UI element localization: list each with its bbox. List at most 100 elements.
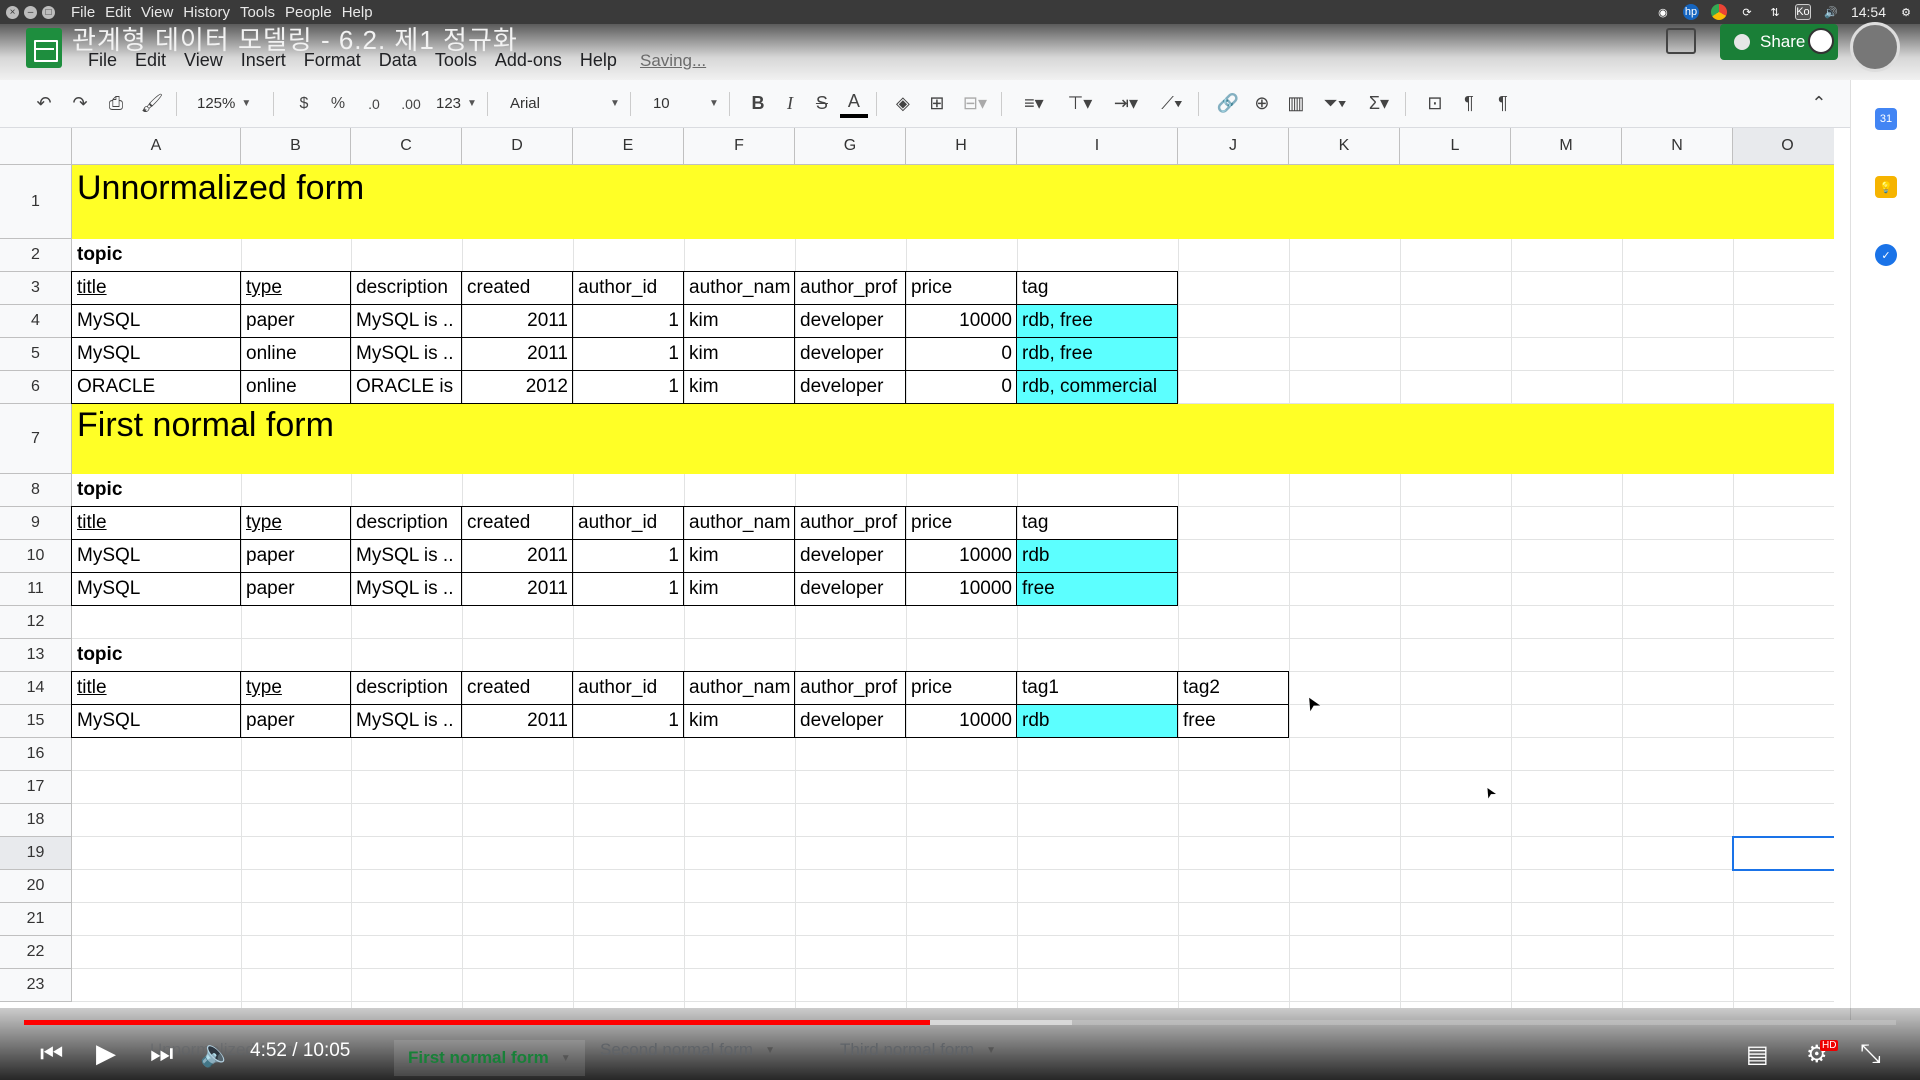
- table-cell[interactable]: free: [1177, 704, 1289, 738]
- menu-file[interactable]: File: [88, 50, 117, 71]
- table-cell[interactable]: developer: [794, 704, 906, 738]
- table-cell[interactable]: type: [240, 671, 351, 705]
- text-color-button[interactable]: A: [839, 90, 868, 118]
- row-header-6[interactable]: 6: [0, 371, 72, 404]
- saving-status[interactable]: Saving...: [640, 51, 706, 71]
- percent-format-button[interactable]: %: [324, 89, 352, 119]
- subtitles-icon[interactable]: ▤: [1746, 1040, 1769, 1069]
- print-icon[interactable]: ⎙: [102, 89, 130, 119]
- table-cell[interactable]: paper: [240, 572, 351, 606]
- table-cell[interactable]: title: [71, 671, 241, 705]
- os-menu-item[interactable]: Edit: [105, 4, 131, 21]
- table-cell[interactable]: description: [350, 671, 462, 705]
- row-header-7[interactable]: 7: [0, 404, 72, 474]
- table-cell[interactable]: tag: [1016, 271, 1178, 305]
- sheet-tab-2[interactable]: First normal form ▼: [394, 1040, 585, 1076]
- table-cell[interactable]: 1: [572, 704, 684, 738]
- table-cell[interactable]: MySQL is ..: [350, 337, 462, 371]
- table-cell[interactable]: type: [240, 506, 351, 540]
- column-header-j[interactable]: J: [1178, 128, 1289, 165]
- currency-format-button[interactable]: $: [290, 89, 318, 119]
- table-cell[interactable]: author_prof: [794, 671, 906, 705]
- table-cell[interactable]: 10000: [905, 539, 1017, 573]
- horizontal-align-icon[interactable]: ≡▾: [1014, 89, 1054, 119]
- sync-icon[interactable]: ⟳: [1739, 4, 1755, 20]
- row-header-10[interactable]: 10: [0, 540, 72, 573]
- maximize-window-icon[interactable]: □: [42, 5, 55, 19]
- table-cell[interactable]: created: [461, 671, 573, 705]
- tasks-icon[interactable]: ✓: [1875, 244, 1897, 266]
- table-cell[interactable]: free: [1016, 572, 1178, 606]
- table-cell[interactable]: kim: [683, 370, 795, 404]
- fill-color-icon[interactable]: ◈: [889, 89, 917, 119]
- row-header-17[interactable]: 17: [0, 771, 72, 804]
- table-cell[interactable]: title: [71, 506, 241, 540]
- table-cell[interactable]: developer: [794, 370, 906, 404]
- keep-icon[interactable]: 💡: [1875, 176, 1897, 198]
- table-cell[interactable]: author_prof: [794, 271, 906, 305]
- network-icon[interactable]: ⇅: [1767, 4, 1783, 20]
- table-cell[interactable]: tag1: [1016, 671, 1178, 705]
- video-progress-bar[interactable]: [24, 1020, 1896, 1025]
- vertical-align-icon[interactable]: ⊤▾: [1060, 89, 1100, 119]
- table-cell[interactable]: rdb: [1016, 704, 1178, 738]
- table-cell[interactable]: developer: [794, 572, 906, 606]
- os-menu-item[interactable]: Help: [342, 4, 373, 21]
- table-cell[interactable]: developer: [794, 304, 906, 338]
- column-header-e[interactable]: E: [573, 128, 684, 165]
- table-cell[interactable]: rdb, commercial: [1016, 370, 1178, 404]
- table-cell[interactable]: 1: [572, 572, 684, 606]
- row-header-22[interactable]: 22: [0, 936, 72, 969]
- insert-chart-icon[interactable]: ▥: [1281, 89, 1311, 119]
- filter-icon[interactable]: ⏷▾: [1315, 89, 1355, 119]
- sheet-tab-4[interactable]: Third normal form ▼: [840, 1040, 996, 1060]
- table-cell[interactable]: author_id: [572, 671, 684, 705]
- row-header-4[interactable]: 4: [0, 305, 72, 338]
- table-cell[interactable]: 2012: [461, 370, 573, 404]
- zoom-dropdown[interactable]: 125% ▼: [197, 95, 267, 112]
- row-header-11[interactable]: 11: [0, 573, 72, 606]
- settings-gear-icon[interactable]: ⚙: [1898, 4, 1914, 20]
- table-cell[interactable]: MySQL: [71, 337, 241, 371]
- table-cell[interactable]: type: [240, 271, 351, 305]
- row-header-21[interactable]: 21: [0, 903, 72, 936]
- table-cell[interactable]: author_nam: [683, 506, 795, 540]
- column-header-b[interactable]: B: [241, 128, 351, 165]
- hp-icon[interactable]: hp: [1682, 4, 1699, 20]
- menu-insert[interactable]: Insert: [241, 50, 286, 71]
- table-cell[interactable]: 1: [572, 539, 684, 573]
- text-wrapping-icon[interactable]: ⇥▾: [1106, 89, 1146, 119]
- bold-button[interactable]: B: [744, 89, 772, 119]
- table-cell[interactable]: online: [240, 337, 351, 371]
- table-cell[interactable]: tag2: [1177, 671, 1289, 705]
- row-header-9[interactable]: 9: [0, 507, 72, 540]
- column-header-g[interactable]: G: [795, 128, 906, 165]
- timer-icon[interactable]: [1808, 28, 1834, 54]
- menu-help[interactable]: Help: [580, 50, 617, 71]
- borders-icon[interactable]: ⊞: [923, 89, 951, 119]
- table-cell[interactable]: MySQL is ..: [350, 304, 462, 338]
- table-cell[interactable]: 2011: [461, 304, 573, 338]
- insert-comment-icon[interactable]: ⊕: [1247, 89, 1277, 119]
- table-cell[interactable]: MySQL is ..: [350, 704, 462, 738]
- table-cell[interactable]: author_id: [572, 506, 684, 540]
- font-family-dropdown[interactable]: Arial ▼: [510, 95, 620, 112]
- table-cell[interactable]: MySQL is ..: [350, 572, 462, 606]
- column-header-n[interactable]: N: [1622, 128, 1733, 165]
- rtl-paragraph-icon[interactable]: ¶: [1488, 89, 1518, 119]
- sheet-tab-3[interactable]: Second normal form ▼: [600, 1040, 775, 1060]
- calendar-icon[interactable]: 31: [1875, 108, 1897, 130]
- decrease-decimal-button[interactable]: .0: [358, 89, 390, 119]
- column-header-k[interactable]: K: [1289, 128, 1400, 165]
- redo-icon[interactable]: ↷: [66, 89, 94, 119]
- row-header-14[interactable]: 14: [0, 672, 72, 705]
- menu-edit[interactable]: Edit: [135, 50, 166, 71]
- comments-icon[interactable]: [1666, 28, 1696, 54]
- table-cell[interactable]: rdb, free: [1016, 304, 1178, 338]
- table-cell[interactable]: description: [350, 506, 462, 540]
- table-cell[interactable]: rdb: [1016, 539, 1178, 573]
- avatar[interactable]: [1850, 22, 1900, 72]
- row-header-18[interactable]: 18: [0, 804, 72, 837]
- table-cell[interactable]: price: [905, 271, 1017, 305]
- table-cell[interactable]: developer: [794, 539, 906, 573]
